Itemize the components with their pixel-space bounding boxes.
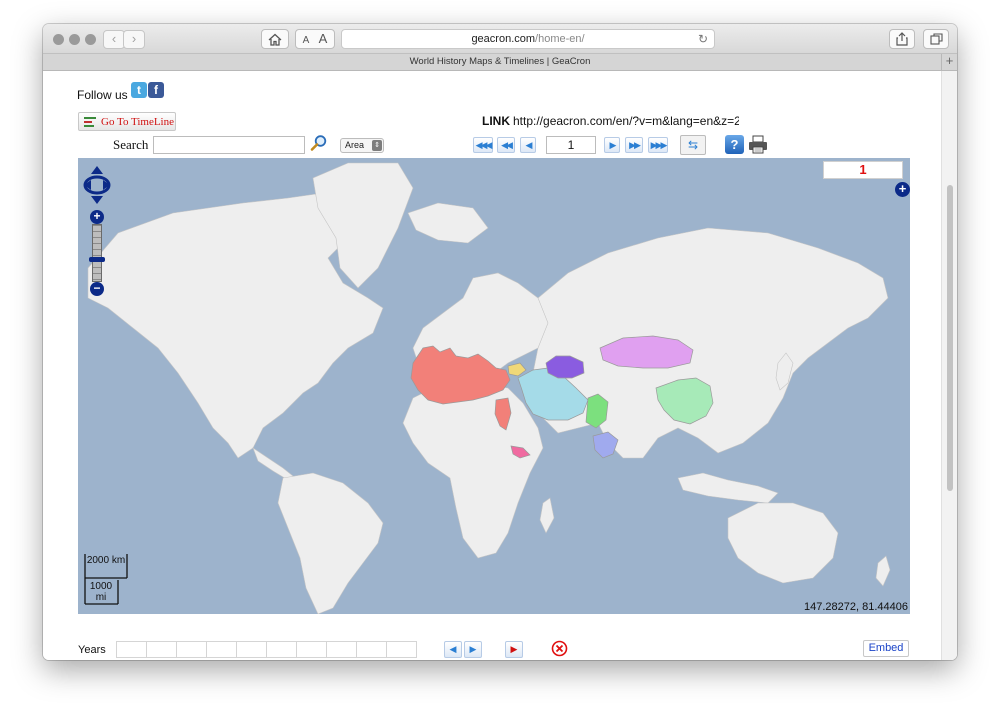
follow-us-label: Follow us (77, 88, 128, 102)
print-icon[interactable] (748, 135, 768, 154)
sync-button[interactable]: ⇆ (680, 135, 706, 155)
minimize-window-button[interactable] (69, 34, 80, 45)
stop-icon[interactable] (551, 640, 568, 657)
reader-text-size[interactable]: A A (295, 29, 335, 49)
permalink-field[interactable]: http://geacron.com/en/?v=m&lang=en&z=2&x… (513, 114, 739, 128)
new-zealand (875, 555, 891, 587)
map-year-display: 1 (823, 161, 903, 179)
zoom-slider[interactable] (92, 224, 102, 282)
world-map[interactable]: 1 + + − 2000 km 1000 mi 147.28272, 81.44… (78, 158, 910, 614)
africa (402, 382, 544, 559)
tab-bar: World History Maps & Timelines | GeaCron… (43, 54, 957, 71)
share-button[interactable] (889, 29, 915, 49)
close-window-button[interactable] (53, 34, 64, 45)
asia (532, 227, 889, 459)
expand-panel-button[interactable]: + (895, 182, 910, 197)
first-page-button[interactable]: ◀◀◀ (473, 137, 493, 153)
scale-km-label: 2000 km (86, 555, 126, 566)
central-america (252, 447, 294, 481)
fast-back-button[interactable]: ◀◀ (497, 137, 515, 153)
fast-forward-button[interactable]: ▶▶ (625, 137, 643, 153)
address-bar[interactable]: geacron.com/home-en/ ↻ (341, 29, 715, 49)
map-canvas[interactable] (78, 158, 910, 614)
embed-button[interactable]: Embed (863, 640, 909, 657)
madagascar (539, 497, 555, 534)
facebook-icon[interactable]: f (148, 82, 164, 98)
reload-icon[interactable]: ↻ (698, 30, 708, 48)
zoom-out-button[interactable]: − (90, 282, 104, 296)
antarctic-islands (407, 202, 489, 244)
search-icon[interactable] (310, 134, 328, 152)
year-cell[interactable] (296, 641, 327, 658)
forward-button[interactable]: › (123, 30, 145, 49)
australia (727, 502, 839, 584)
pan-control-icon[interactable] (83, 164, 111, 206)
title-bar: ‹ › A A geacron.com/home-en/ ↻ (43, 24, 957, 54)
year-cell[interactable] (326, 641, 357, 658)
page-scrollbar-thumb[interactable] (947, 185, 953, 491)
home-button[interactable] (261, 29, 289, 49)
text-larger-button[interactable]: A (319, 31, 328, 46)
tab-title[interactable]: World History Maps & Timelines | GeaCron (410, 56, 591, 67)
help-icon[interactable]: ? (725, 135, 744, 154)
years-label: Years (78, 644, 106, 656)
go-to-timeline-button[interactable]: Go To TimeLine (78, 112, 176, 131)
home-icon (268, 33, 282, 46)
armenia (507, 362, 527, 377)
year-cell[interactable] (356, 641, 387, 658)
south-america (277, 472, 384, 614)
search-label: Search (113, 137, 149, 152)
browser-window: ‹ › A A geacron.com/home-en/ ↻ World His… (43, 24, 957, 660)
page-content: Follow us t f Go To TimeLine LINK http:/… (43, 71, 957, 660)
zoom-window-button[interactable] (85, 34, 96, 45)
select-arrows-icon: ⇕ (372, 140, 382, 151)
zoom-slider-handle[interactable] (89, 257, 105, 262)
tabs-icon (929, 33, 943, 45)
play-button[interactable]: ▶ (505, 641, 523, 658)
text-smaller-button[interactable]: A (303, 35, 310, 46)
indonesia (677, 472, 779, 504)
year-cell[interactable] (116, 641, 147, 658)
go-to-timeline-label: Go To TimeLine (101, 116, 174, 128)
cursor-coordinates: 147.28272, 81.44406 (804, 601, 908, 613)
year-cell[interactable] (236, 641, 267, 658)
new-tab-button[interactable]: + (941, 54, 957, 70)
last-page-button[interactable]: ▶▶▶ (648, 137, 668, 153)
share-icon (896, 32, 908, 46)
search-type-select[interactable]: Area ⇕ (340, 138, 384, 153)
year-cell[interactable] (266, 641, 297, 658)
scale-mi-label: 1000 mi (89, 581, 113, 603)
year-cell[interactable] (206, 641, 237, 658)
url-host: geacron.com (471, 33, 536, 45)
next-page-button[interactable]: ▶ (604, 137, 620, 153)
year-cell[interactable] (146, 641, 177, 658)
back-button[interactable]: ‹ (103, 30, 125, 49)
show-tabs-button[interactable] (923, 29, 949, 49)
timeline-icon (84, 117, 96, 127)
url-path: /home-en/ (535, 33, 585, 45)
year-prev-button[interactable]: ◀ (444, 641, 462, 658)
sync-icon: ⇆ (687, 138, 699, 152)
zoom-in-button[interactable]: + (90, 210, 104, 224)
twitter-icon[interactable]: t (131, 82, 147, 98)
year-next-button[interactable]: ▶ (464, 641, 482, 658)
search-type-value: Area (345, 140, 365, 150)
search-input[interactable] (153, 136, 305, 154)
year-cell[interactable] (386, 641, 417, 658)
year-cell[interactable] (176, 641, 207, 658)
link-label: LINK (482, 114, 510, 128)
page-number-input[interactable]: 1 (546, 136, 596, 154)
prev-page-button[interactable]: ◀ (520, 137, 536, 153)
